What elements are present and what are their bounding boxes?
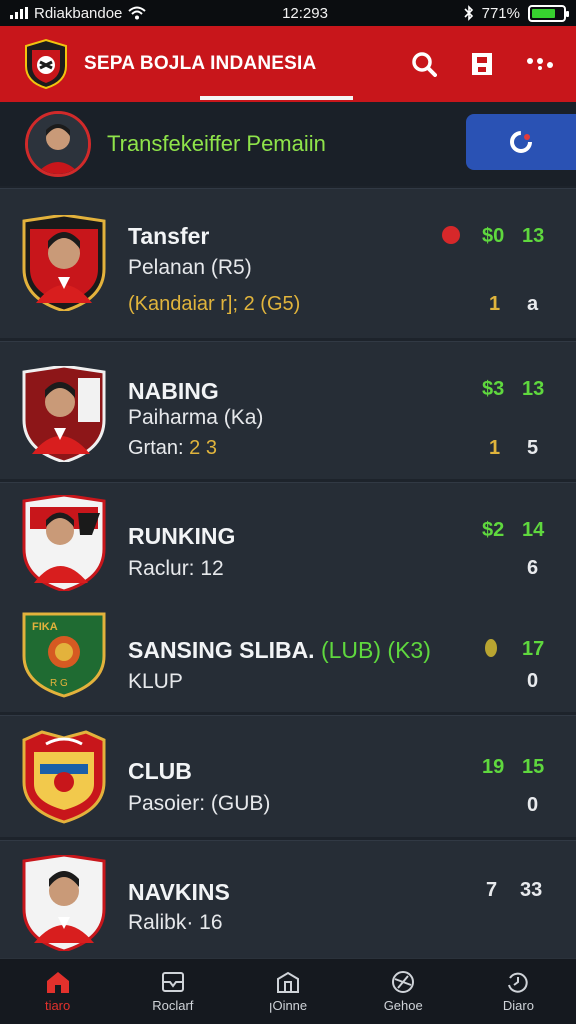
list-item[interactable]: NABING Paiharma (Ka) Grtan: 2 3 $3 13 1 …: [0, 341, 576, 479]
item-stat: 5: [527, 437, 539, 459]
item-title: SANSING SLIBA. (LUB) (K3): [128, 637, 431, 664]
home-icon: [46, 972, 69, 993]
more-icon[interactable]: [526, 50, 554, 78]
item-stat: 33: [520, 879, 543, 901]
item-subtitle: Pelanan (R5): [128, 256, 252, 279]
refresh-icon: [510, 131, 532, 153]
history-icon: [508, 972, 529, 993]
inbox-icon: [161, 972, 184, 992]
item-stat: 0: [527, 670, 539, 692]
transfer-banner[interactable]: Transfekeiffer Pemaiin: [0, 102, 576, 186]
item-title: RUNKING: [128, 523, 236, 549]
app-header: SEPA BOJLA INDANESIA: [0, 26, 576, 102]
item-stat: 13: [522, 378, 545, 400]
nav-label: tiaro: [44, 998, 71, 1013]
nav-label: Roclarf: [152, 998, 194, 1013]
search-icon[interactable]: [410, 50, 438, 78]
nav-home[interactable]: tiaro: [0, 959, 115, 1024]
bottom-navigation: tiaro Roclarf ꞁOinne Gehoe Diaro: [0, 958, 576, 1024]
item-stat: $2: [482, 519, 505, 541]
nav-roclarf[interactable]: Roclarf: [115, 959, 230, 1024]
list-item[interactable]: Tansfer Pelanan (R5) (Kandaiar r]; 2 (G5…: [0, 188, 576, 338]
crest-subtext: R G: [50, 678, 68, 689]
wifi-icon: [128, 6, 147, 20]
item-detail-label: Grtan:: [128, 437, 184, 459]
item-title: NABING: [128, 378, 219, 404]
item-subtitle: Pasoier: (GUB): [128, 792, 271, 815]
list-item[interactable]: CLUB Pasoier: (GUB) 19 15 0: [0, 715, 576, 837]
item-subtitle: Raclur: 12: [128, 557, 224, 580]
nav-diaro[interactable]: Diaro: [461, 959, 576, 1024]
list-item[interactable]: NAVKINS Ralibk· 16 7 33: [0, 840, 576, 958]
nav-label: Gehoe: [383, 998, 423, 1013]
battery-icon: [527, 4, 569, 22]
club-crest: FIKA R G: [22, 612, 106, 698]
player-crest: [22, 366, 106, 462]
globe-icon: [392, 971, 415, 993]
player-crest: [22, 855, 106, 951]
item-subtitle: KLUP: [128, 670, 183, 693]
item-stat: 13: [522, 225, 545, 247]
item-stat: $0: [482, 225, 505, 247]
item-stat: a: [527, 293, 539, 315]
bluetooth-icon: [464, 5, 473, 21]
item-detail: (Kandaiar r]; 2 (G5): [128, 293, 301, 315]
item-title: NAVKINS: [128, 879, 230, 905]
status-dot: [485, 639, 497, 657]
list-item[interactable]: FIKA R G SANSING SLIBA. (LUB) (K3) KLUP …: [0, 606, 576, 712]
item-subtitle: Ralibk· 16: [128, 911, 223, 934]
battery-percent: 771%: [481, 4, 520, 22]
item-stat: 1: [489, 293, 501, 315]
refresh-button[interactable]: [466, 114, 576, 170]
item-title: Tansfer: [128, 223, 210, 249]
nav-gehoe[interactable]: Gehoe: [346, 959, 461, 1024]
item-stat: 14: [522, 519, 545, 541]
item-title-suffix: (LUB) (K3): [320, 637, 431, 663]
item-title: CLUB: [128, 758, 192, 784]
list-item[interactable]: RUNKING Raclur: 12 $2 14 6: [0, 482, 576, 606]
item-stat: 0: [527, 794, 539, 816]
item-stat: 19: [482, 756, 505, 778]
player-crest: [22, 215, 106, 311]
club-logo: [25, 38, 67, 90]
item-stat: 6: [527, 557, 539, 579]
crest-text: FIKA: [32, 621, 58, 633]
club-crest: [22, 730, 106, 824]
player-avatar: [25, 111, 91, 177]
item-stat: 15: [522, 756, 545, 778]
store-icon: [277, 971, 299, 993]
banner-title: Transfekeiffer Pemaiin: [107, 131, 326, 156]
item-stat: 17: [522, 638, 545, 660]
item-stat: 7: [486, 879, 498, 901]
item-subtitle: Paiharma (Ka): [128, 406, 264, 429]
nav-oinne[interactable]: ꞁOinne: [230, 959, 345, 1024]
player-crest: [22, 495, 106, 591]
active-tab-indicator: [200, 96, 353, 100]
clock: 12:293: [282, 4, 328, 22]
signal-icon: [10, 7, 28, 19]
carrier-name: Rdiakbandoe: [34, 4, 123, 22]
item-stat: 1: [489, 437, 501, 459]
item-stat: $3: [482, 378, 505, 400]
nav-label: ꞁOinne: [268, 997, 308, 1013]
alert-icon: [442, 226, 460, 244]
item-detail-value: 2 3: [189, 437, 217, 459]
app-title: SEPA BOJLA INDANESIA: [84, 53, 317, 74]
status-bar: Rdiakbandoe 12:293 771%: [0, 0, 576, 26]
item-title-main: SANSING SLIBA.: [128, 637, 315, 663]
item-detail: Grtan: 2 3: [128, 437, 217, 460]
nav-label: Diaro: [502, 998, 534, 1013]
save-icon[interactable]: [468, 50, 496, 78]
